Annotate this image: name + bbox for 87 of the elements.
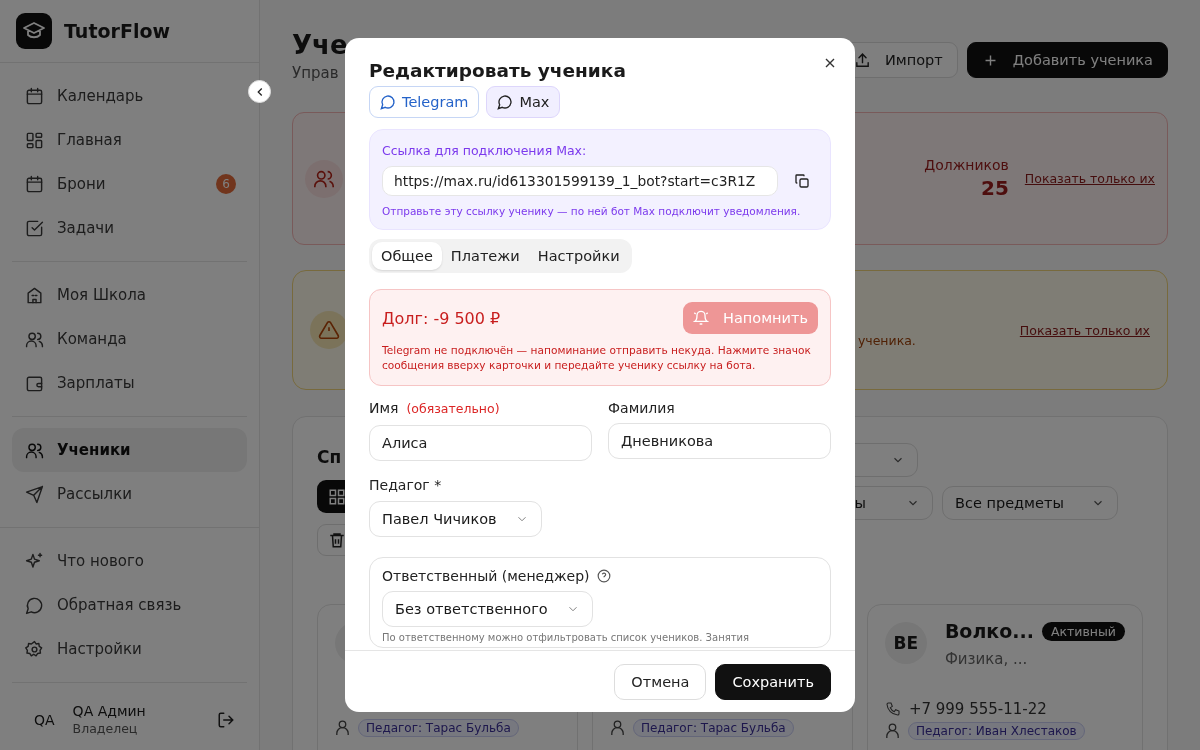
required-note: (обязательно)	[406, 400, 500, 416]
settings-icon	[25, 639, 44, 659]
teacher-tag: Педагог: Иван Хлестаков	[907, 722, 1085, 740]
avatar-initials: ВЕ	[884, 622, 927, 664]
link-field[interactable]: https://max.ru/id613301599139_1_bot?start=c3R1Z	[382, 166, 778, 196]
phone-number: +7 999 555-11-22	[908, 700, 1047, 718]
chat-bubble-icon	[25, 595, 44, 615]
count-badge: 6	[216, 174, 236, 194]
help-icon[interactable]	[597, 569, 612, 583]
student-name: Волко...	[944, 620, 1034, 642]
user-role: Владелец	[72, 721, 139, 736]
upload-icon	[854, 51, 871, 69]
student-subjects: Физика, ...	[944, 650, 1029, 668]
section-title: Сп	[317, 447, 342, 467]
trash-icon	[328, 531, 346, 549]
sparkles-icon	[25, 551, 44, 571]
filter-value: Все предметы	[955, 495, 1064, 511]
nav-item[interactable]: Что нового	[12, 539, 247, 583]
calendar-icon	[25, 174, 44, 194]
logo-icon	[16, 13, 52, 49]
users-icon	[305, 159, 343, 198]
warning-icon	[310, 311, 348, 349]
filter-link[interactable]: Показать только их	[1024, 171, 1155, 186]
checkbox-icon	[25, 218, 44, 238]
save-button[interactable]: Сохранить	[715, 663, 831, 700]
bell-icon	[693, 310, 709, 326]
filter-value: ы	[854, 495, 866, 511]
tab[interactable]: Настройки	[528, 242, 629, 270]
cancel-button[interactable]: Отмена	[614, 663, 707, 700]
link-label: Ссылка для подключения Max:	[382, 143, 588, 158]
debt-amount: Долг: -9 500 ₽	[382, 308, 501, 328]
link-hint: Отправьте эту ссылку ученику — по ней бот Max подключит уведомления.	[382, 205, 802, 217]
tab[interactable]: Общее	[372, 242, 442, 270]
teacher-tag: Педагог: Тарас Бульба	[632, 719, 794, 737]
filter-link[interactable]: Показать только их	[1019, 322, 1150, 338]
phone-icon	[884, 701, 901, 717]
dialog-title: Редактировать ученика	[369, 60, 626, 81]
person-icon	[610, 720, 624, 736]
nav-item[interactable]: Задачи	[12, 206, 247, 250]
field-label: Фамилия	[608, 400, 675, 416]
user-name: QA Админ	[72, 703, 147, 719]
nav-item[interactable]: Настройки	[12, 627, 247, 671]
nav-item[interactable]: Обратная связь	[12, 583, 247, 627]
debtors-label: Должников	[924, 157, 1009, 173]
logout-icon[interactable]	[217, 710, 235, 729]
person-icon	[885, 723, 899, 739]
collapse-button[interactable]	[248, 80, 271, 103]
page-title: Уче	[292, 30, 348, 60]
chat-bubble-icon	[380, 94, 396, 110]
tab[interactable]: Платежи	[441, 242, 529, 270]
building-icon	[25, 285, 44, 305]
grid-icon	[25, 130, 44, 150]
warning-text: ученика.	[857, 332, 916, 348]
calendar-icon	[25, 86, 44, 106]
teacher-select[interactable]: Павел Чичиков	[369, 501, 542, 537]
filter-dropdown[interactable]: Все предметы	[942, 486, 1118, 520]
teacher-tag: Педагог: Тарас Бульба	[358, 719, 519, 737]
nav-item[interactable]: Главная	[12, 118, 247, 162]
add-button[interactable]: Добавить ученика	[966, 42, 1168, 78]
wallet-icon	[25, 373, 44, 393]
nav-item[interactable]: Зарплаты	[12, 361, 247, 405]
field-label: Ответственный (менеджер)	[382, 568, 590, 584]
status-badge: Активный	[1041, 621, 1125, 641]
debtors-count: 25	[981, 176, 1009, 200]
student-card[interactable]: ВЕ Волко... Активный Физика, ... +7 999 555-11-22 Педагог: Иван Хлестаков	[866, 604, 1143, 750]
nav-item[interactable]: Ученики	[12, 428, 247, 472]
person-icon	[336, 720, 349, 736]
messenger-button[interactable]: Max	[486, 86, 561, 118]
user-initials: QA	[34, 711, 55, 728]
nav-item[interactable]: Рассылки	[12, 472, 247, 516]
page-subtitle: Управ	[292, 64, 340, 82]
manager-hint: По ответственному можно отфильтровать список учеников. Занятия	[382, 632, 751, 643]
last-name-field[interactable]: Дневникова	[608, 423, 831, 459]
copy-icon[interactable]	[794, 173, 810, 189]
manager-select[interactable]: Без ответственного	[382, 591, 593, 627]
field-label: Имя	[369, 400, 399, 416]
messenger-button[interactable]: Telegram	[369, 86, 480, 118]
chat-bubble-icon	[497, 94, 514, 110]
first-name-field[interactable]: Алиса	[369, 425, 592, 461]
debt-message: Telegram не подключён — напоминание отправить некуда. Нажмите значок сообщения вверху карточки и передайте ученику ссылку на бота.	[382, 343, 812, 373]
app-name: TutorFlow	[64, 20, 170, 42]
send-icon	[25, 484, 44, 504]
nav-item[interactable]: Календарь	[12, 74, 247, 118]
nav-item[interactable]: Моя Школа	[12, 273, 247, 317]
field-label: Педагог *	[369, 477, 442, 493]
nav-item[interactable]: Брони 6	[12, 162, 247, 206]
nav-item[interactable]: Команда	[12, 317, 247, 361]
